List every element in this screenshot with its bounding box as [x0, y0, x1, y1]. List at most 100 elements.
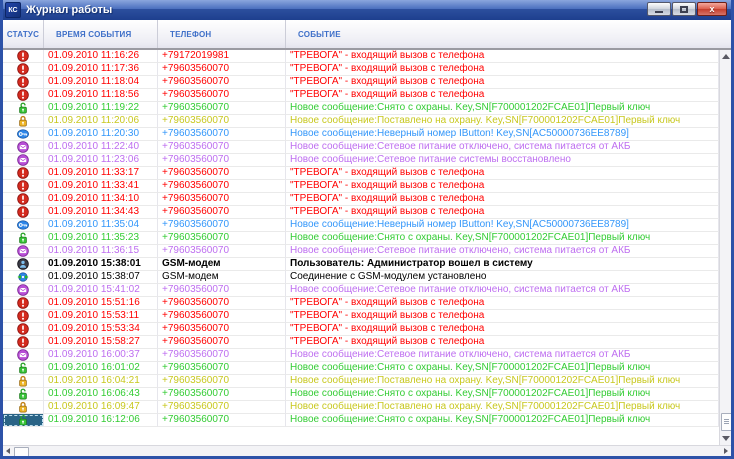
row-event[interactable]: Новое сообщение:Сетевое питание отключен…: [286, 141, 719, 154]
scroll-down-icon[interactable]: [722, 436, 730, 441]
table-row[interactable]: 01.09.2010 16:04:21+79603560070Новое соо…: [3, 375, 719, 388]
row-time[interactable]: 01.09.2010 11:17:36: [44, 63, 158, 76]
row-phone[interactable]: +79603560070: [158, 232, 286, 245]
envelope-icon[interactable]: [3, 349, 44, 362]
row-time[interactable]: 01.09.2010 11:22:40: [44, 141, 158, 154]
row-event[interactable]: Новое сообщение:Снято с охраны. Key,SN[F…: [286, 414, 719, 427]
row-phone[interactable]: +79172019981: [158, 50, 286, 63]
row-event[interactable]: Новое сообщение:Неверный номер IButton! …: [286, 219, 719, 232]
table-row[interactable]: 01.09.2010 11:22:40+79603560070Новое соо…: [3, 141, 719, 154]
column-header-time[interactable]: ВРЕМЯ СОБЫТИЯ: [44, 20, 158, 48]
row-event[interactable]: "ТРЕВОГА" - входящий вызов с телефона: [286, 193, 719, 206]
minimize-button[interactable]: [647, 2, 671, 16]
row-time[interactable]: 01.09.2010 16:00:37: [44, 349, 158, 362]
horizontal-scroll-thumb[interactable]: [14, 447, 29, 457]
row-time[interactable]: 01.09.2010 15:41:02: [44, 284, 158, 297]
row-phone[interactable]: GSM-модем: [158, 258, 286, 271]
table-row[interactable]: 01.09.2010 16:00:37+79603560070Новое соо…: [3, 349, 719, 362]
row-event[interactable]: Пользователь: Администратор вошел в сист…: [286, 258, 719, 271]
column-header-event[interactable]: СОБЫТИЕ: [286, 20, 731, 48]
horizontal-scrollbar[interactable]: [3, 445, 731, 456]
table-row[interactable]: 01.09.2010 16:09:47+79603560070Новое соо…: [3, 401, 719, 414]
alarm-icon[interactable]: [3, 89, 44, 102]
row-event[interactable]: "ТРЕВОГА" - входящий вызов с телефона: [286, 310, 719, 323]
row-time[interactable]: 01.09.2010 11:34:10: [44, 193, 158, 206]
row-event[interactable]: Новое сообщение:Снято с охраны. Key,SN[F…: [286, 388, 719, 401]
scroll-up-icon[interactable]: [722, 54, 730, 59]
row-phone[interactable]: +79603560070: [158, 128, 286, 141]
row-event[interactable]: Новое сообщение:Поставлено на охрану. Ke…: [286, 375, 719, 388]
row-time[interactable]: 01.09.2010 11:20:06: [44, 115, 158, 128]
lock-icon[interactable]: [3, 375, 44, 388]
row-phone[interactable]: +79603560070: [158, 102, 286, 115]
row-phone[interactable]: +79603560070: [158, 115, 286, 128]
row-phone[interactable]: +79603560070: [158, 284, 286, 297]
row-time[interactable]: 01.09.2010 11:18:04: [44, 76, 158, 89]
row-phone[interactable]: +79603560070: [158, 414, 286, 427]
row-event[interactable]: Новое сообщение:Снято с охраны. Key,SN[F…: [286, 362, 719, 375]
row-time[interactable]: 01.09.2010 15:51:16: [44, 297, 158, 310]
row-event[interactable]: "ТРЕВОГА" - входящий вызов с телефона: [286, 323, 719, 336]
unlock-icon[interactable]: [3, 102, 44, 115]
table-row[interactable]: 01.09.2010 11:23:06+79603560070Новое соо…: [3, 154, 719, 167]
table-row[interactable]: 01.09.2010 11:35:04+79603560070Новое соо…: [3, 219, 719, 232]
unlock-icon[interactable]: [3, 232, 44, 245]
table-row[interactable]: 01.09.2010 11:35:23+79603560070Новое соо…: [3, 232, 719, 245]
unlock-icon[interactable]: [3, 362, 44, 375]
table-row[interactable]: 01.09.2010 15:53:34+79603560070"ТРЕВОГА"…: [3, 323, 719, 336]
row-time[interactable]: 01.09.2010 11:35:04: [44, 219, 158, 232]
table-row[interactable]: 01.09.2010 11:16:26+79172019981"ТРЕВОГА"…: [3, 50, 719, 63]
lock-icon[interactable]: [3, 401, 44, 414]
row-time[interactable]: 01.09.2010 15:53:11: [44, 310, 158, 323]
row-event[interactable]: "ТРЕВОГА" - входящий вызов с телефона: [286, 167, 719, 180]
row-time[interactable]: 01.09.2010 11:23:06: [44, 154, 158, 167]
close-button[interactable]: x: [697, 2, 727, 16]
row-time[interactable]: 01.09.2010 15:38:01: [44, 258, 158, 271]
table-row[interactable]: 01.09.2010 11:19:22+79603560070Новое соо…: [3, 102, 719, 115]
row-phone[interactable]: +79603560070: [158, 180, 286, 193]
title-bar[interactable]: КС Журнал работы x: [0, 0, 734, 20]
row-time[interactable]: 01.09.2010 15:58:27: [44, 336, 158, 349]
row-time[interactable]: 01.09.2010 16:09:47: [44, 401, 158, 414]
lock-icon[interactable]: [3, 115, 44, 128]
row-event[interactable]: "ТРЕВОГА" - входящий вызов с телефона: [286, 336, 719, 349]
column-header-phone[interactable]: ТЕЛЕФОН: [158, 20, 286, 48]
envelope-icon[interactable]: [3, 154, 44, 167]
alarm-icon[interactable]: [3, 336, 44, 349]
alarm-icon[interactable]: [3, 310, 44, 323]
row-event[interactable]: Новое сообщение:Сетевое питание системы …: [286, 154, 719, 167]
maximize-button[interactable]: [672, 2, 696, 16]
row-phone[interactable]: +79603560070: [158, 89, 286, 102]
row-event[interactable]: Новое сообщение:Неверный номер IButton! …: [286, 128, 719, 141]
row-phone[interactable]: +79603560070: [158, 349, 286, 362]
column-header-status[interactable]: СТАТУС: [3, 20, 44, 48]
table-row[interactable]: 01.09.2010 15:51:16+79603560070"ТРЕВОГА"…: [3, 297, 719, 310]
table-row[interactable]: 01.09.2010 15:38:01GSM-модемПользователь…: [3, 258, 719, 271]
row-event[interactable]: Новое сообщение:Поставлено на охрану. Ke…: [286, 115, 719, 128]
row-event[interactable]: Новое сообщение:Поставлено на охрану. Ke…: [286, 401, 719, 414]
row-phone[interactable]: +79603560070: [158, 323, 286, 336]
row-phone[interactable]: +79603560070: [158, 63, 286, 76]
row-time[interactable]: 01.09.2010 11:20:30: [44, 128, 158, 141]
row-time[interactable]: 01.09.2010 11:33:17: [44, 167, 158, 180]
scroll-right-icon[interactable]: [724, 448, 728, 454]
unlock-icon[interactable]: [3, 414, 44, 427]
row-phone[interactable]: +79603560070: [158, 388, 286, 401]
alarm-icon[interactable]: [3, 76, 44, 89]
user-icon[interactable]: [3, 258, 44, 271]
key-icon[interactable]: [3, 219, 44, 232]
row-event[interactable]: Новое сообщение:Сетевое питание отключен…: [286, 349, 719, 362]
table-row[interactable]: 01.09.2010 11:36:15+79603560070Новое соо…: [3, 245, 719, 258]
row-time[interactable]: 01.09.2010 11:34:43: [44, 206, 158, 219]
row-phone[interactable]: +79603560070: [158, 336, 286, 349]
table-row[interactable]: 01.09.2010 11:18:04+79603560070"ТРЕВОГА"…: [3, 76, 719, 89]
row-event[interactable]: Новое сообщение:Сетевое питание отключен…: [286, 284, 719, 297]
row-event[interactable]: "ТРЕВОГА" - входящий вызов с телефона: [286, 89, 719, 102]
row-phone[interactable]: +79603560070: [158, 167, 286, 180]
table-row[interactable]: 01.09.2010 15:38:07GSM-модемСоединение с…: [3, 271, 719, 284]
row-event[interactable]: "ТРЕВОГА" - входящий вызов с телефона: [286, 180, 719, 193]
table-row[interactable]: 01.09.2010 11:33:41+79603560070"ТРЕВОГА"…: [3, 180, 719, 193]
table-row[interactable]: 01.09.2010 15:58:27+79603560070"ТРЕВОГА"…: [3, 336, 719, 349]
table-row[interactable]: 01.09.2010 15:41:02+79603560070Новое соо…: [3, 284, 719, 297]
table-row[interactable]: 01.09.2010 11:20:30+79603560070Новое соо…: [3, 128, 719, 141]
